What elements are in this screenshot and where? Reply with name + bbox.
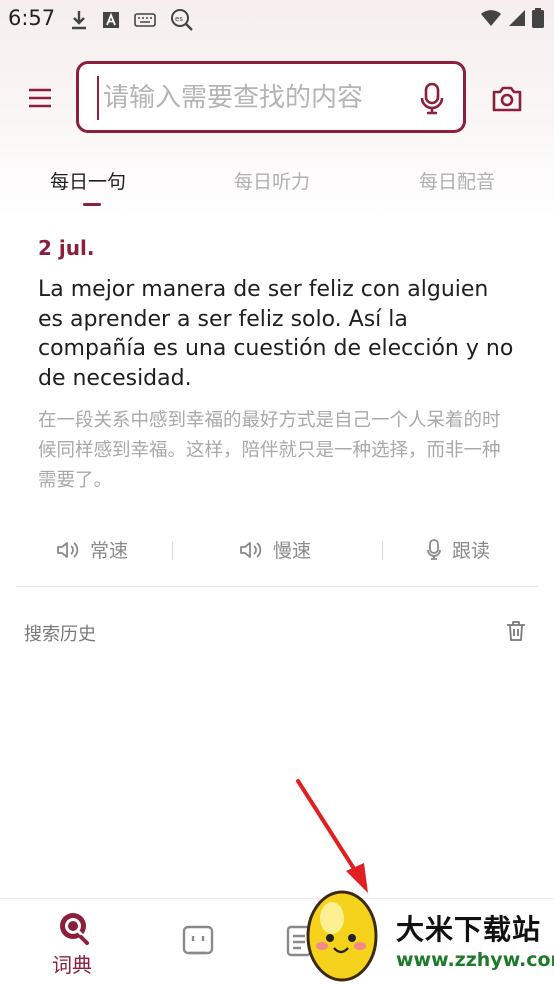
watermark-url: www.zzhyw.com: [396, 949, 554, 971]
nav-dictionary[interactable]: 词典: [50, 911, 100, 981]
microphone-icon: [427, 538, 441, 560]
normal-speed-button[interactable]: 常速: [56, 536, 128, 563]
audio-divider: [382, 542, 383, 560]
clear-history-button[interactable]: [505, 620, 527, 642]
status-bar: 6:57 es: [0, 0, 554, 38]
status-system-icons: [480, 8, 544, 28]
svg-text:es: es: [175, 15, 183, 23]
speaker-icon: [240, 541, 262, 558]
section-divider: [16, 586, 538, 587]
slow-speed-button[interactable]: 慢速: [239, 536, 311, 563]
keyboard-icon: [134, 13, 156, 27]
search-input[interactable]: [97, 76, 415, 120]
tab-daily-sentence[interactable]: 每日一句: [50, 167, 126, 194]
wifi-icon: [481, 10, 501, 26]
camera-button[interactable]: [490, 84, 524, 114]
normal-speed-label: 常速: [90, 540, 129, 562]
search-history-title: 搜索历史: [24, 624, 96, 645]
signal-icon: [509, 10, 525, 26]
tab-daily-listening[interactable]: 每日听力: [234, 167, 310, 194]
daily-sentence-spanish: La mejor manera de ser feliz con alguien…: [38, 277, 514, 391]
trash-icon: [507, 621, 525, 641]
slow-speed-label: 慢速: [273, 540, 312, 562]
es-search-icon: es: [171, 9, 193, 31]
search-box[interactable]: [76, 61, 466, 133]
menu-button[interactable]: [26, 84, 54, 112]
camera-icon: [492, 86, 522, 112]
hamburger-icon: [29, 88, 51, 108]
search-icon: [60, 913, 89, 945]
follow-read-button[interactable]: 跟读: [426, 536, 490, 563]
download-icon: [72, 11, 86, 30]
face-box-icon: [182, 925, 214, 955]
watermark-title: 大米下载站: [396, 913, 542, 946]
daily-date: 2 jul.: [38, 236, 95, 260]
status-time: 6:57: [8, 6, 56, 30]
microphone-icon: [420, 82, 444, 115]
active-tab-indicator: [83, 203, 101, 206]
nav-tab-2[interactable]: [182, 925, 214, 957]
watermark: 大米下载站 www.zzhyw.com: [300, 882, 554, 984]
voice-search-button[interactable]: [417, 82, 447, 116]
follow-read-label: 跟读: [452, 540, 491, 562]
audio-controls: 常速 慢速 跟读: [0, 532, 554, 568]
speaker-icon: [57, 541, 79, 558]
status-notification-icons: es: [70, 8, 194, 32]
rice-mascot-logo: [306, 890, 378, 982]
a-box-icon: [103, 12, 119, 28]
red-arrow-overlay: [296, 779, 368, 893]
battery-icon: [532, 8, 544, 28]
audio-divider: [172, 542, 173, 560]
nav-dictionary-label: 词典: [52, 953, 92, 977]
tab-daily-dubbing[interactable]: 每日配音: [419, 167, 495, 194]
daily-sentence-chinese: 在一段关系中感到幸福的最好方式是自己一个人呆着的时候同样感到幸福。这样，陪伴就只…: [38, 410, 501, 491]
